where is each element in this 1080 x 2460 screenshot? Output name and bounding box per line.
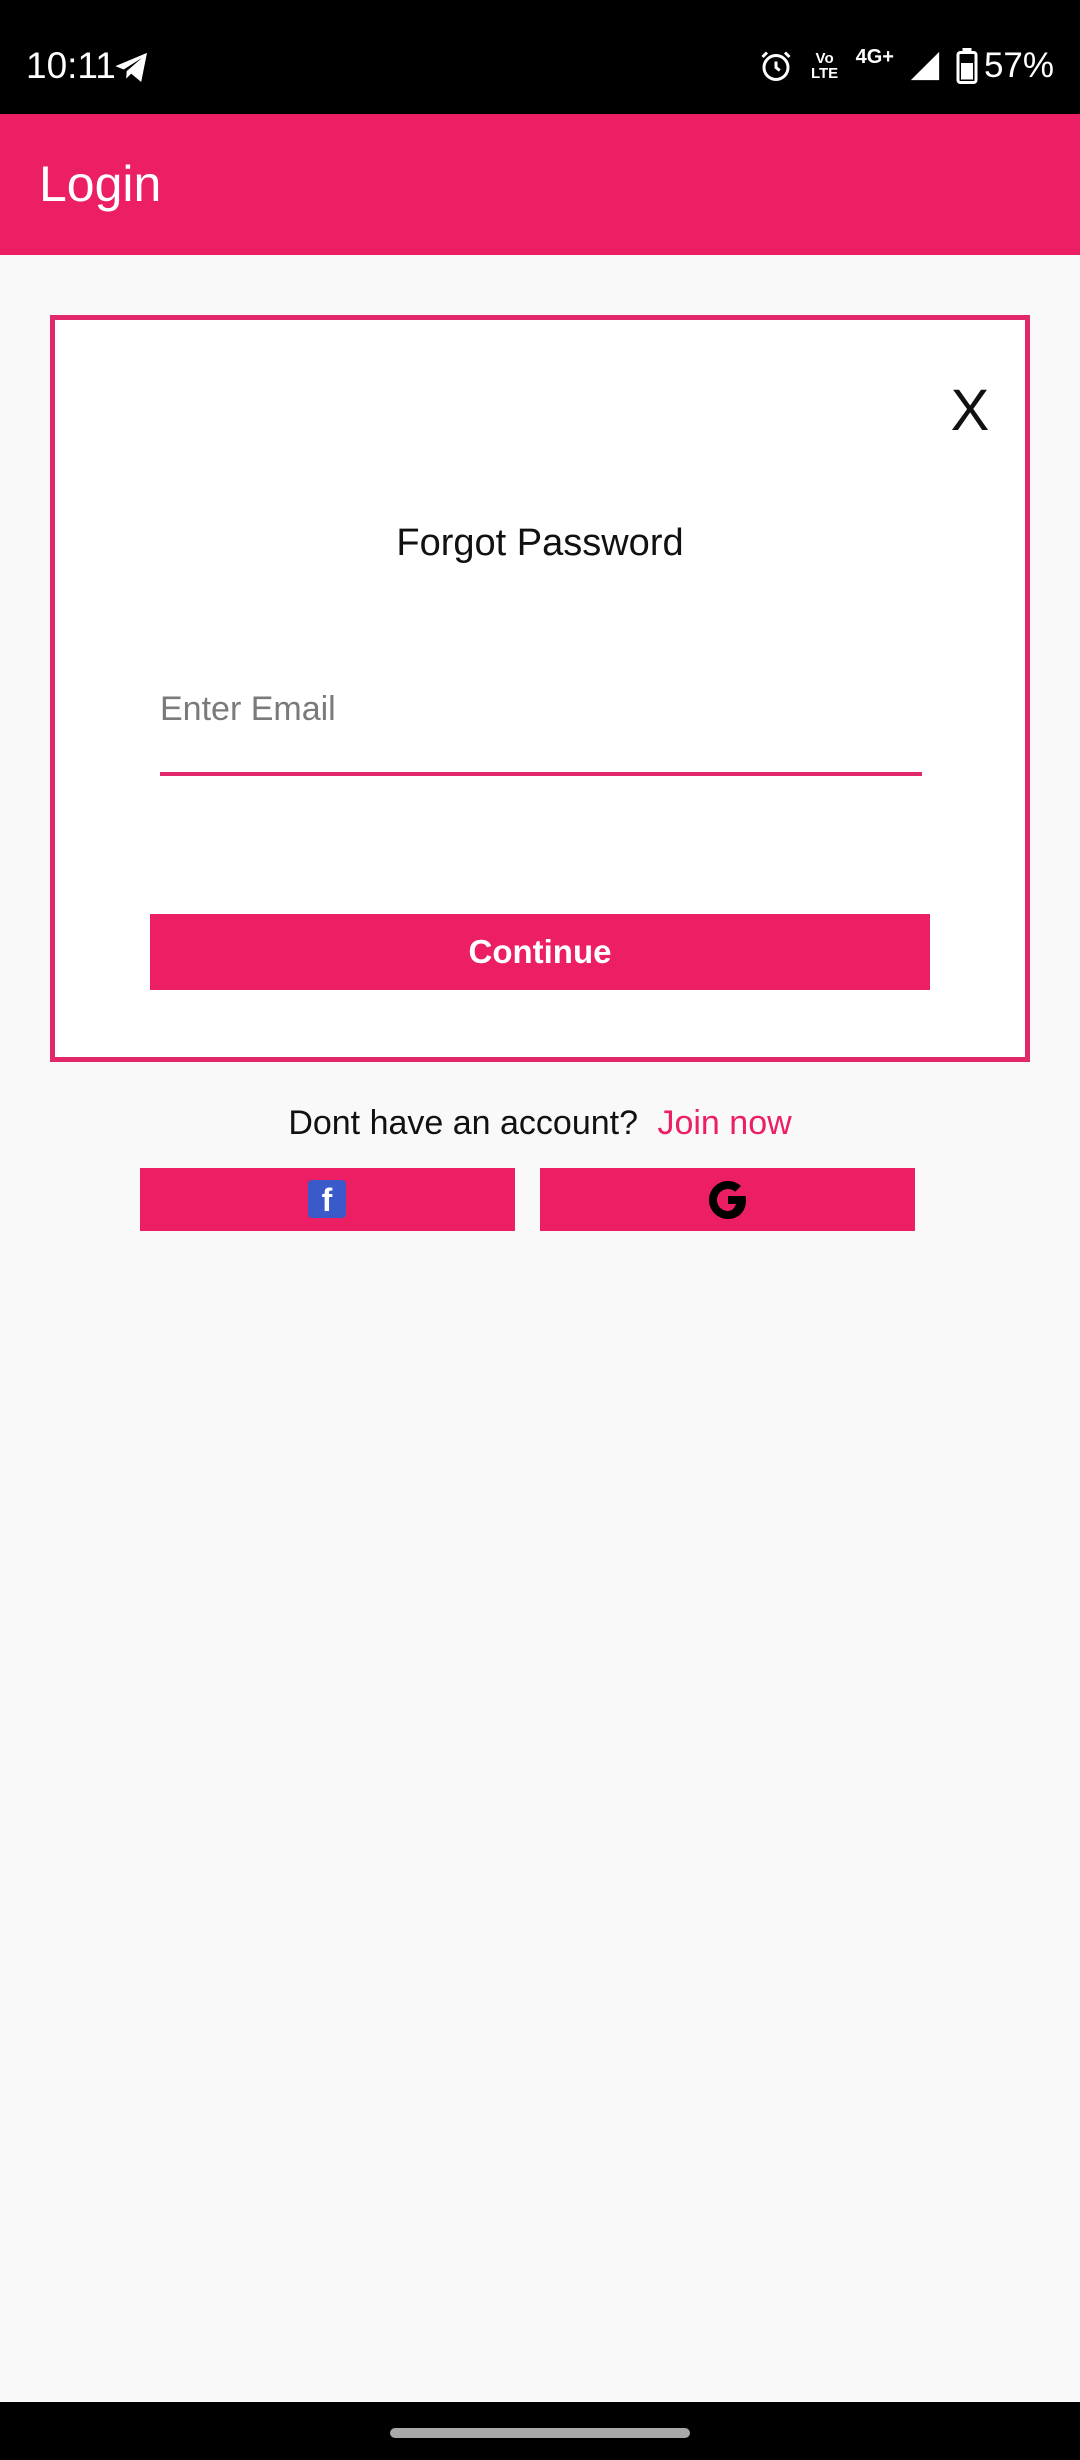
google-icon (709, 1181, 746, 1219)
status-bar: 10:11 Vo LTE 4G+ 57% (0, 0, 1080, 114)
page-title: Login (39, 156, 162, 212)
continue-button[interactable]: Continue (150, 914, 930, 990)
signal-icon (910, 51, 940, 81)
google-login-button[interactable] (540, 1168, 915, 1231)
navigation-bar (0, 2402, 1080, 2460)
battery-icon (956, 48, 978, 84)
forgot-password-dialog: X Forgot Password Continue (50, 315, 1030, 1062)
email-field[interactable] (160, 676, 922, 776)
telegram-icon (115, 52, 147, 82)
volte-bottom-label: LTE (810, 65, 839, 82)
battery-percent: 57% (983, 46, 1054, 85)
volte-top-label: Vo (815, 50, 834, 67)
close-button[interactable]: X (935, 376, 1005, 446)
signup-row: Dont have an account? Join now (0, 1100, 1080, 1146)
status-time: 10:11 (26, 45, 116, 86)
home-handle[interactable] (390, 2428, 690, 2438)
volte-icon: Vo LTE (808, 51, 842, 81)
facebook-login-button[interactable]: f (140, 1168, 515, 1231)
join-now-link[interactable]: Join now (657, 1104, 791, 1142)
alarm-icon (761, 51, 791, 81)
dialog-title: Forgot Password (396, 522, 684, 564)
network-type-label: 4G+ (855, 46, 894, 68)
app-bar: Login (0, 114, 1080, 255)
status-icons: Vo LTE 4G+ 57% (744, 44, 1054, 88)
signup-prompt: Dont have an account? (288, 1104, 639, 1142)
facebook-icon: f (308, 1180, 346, 1218)
